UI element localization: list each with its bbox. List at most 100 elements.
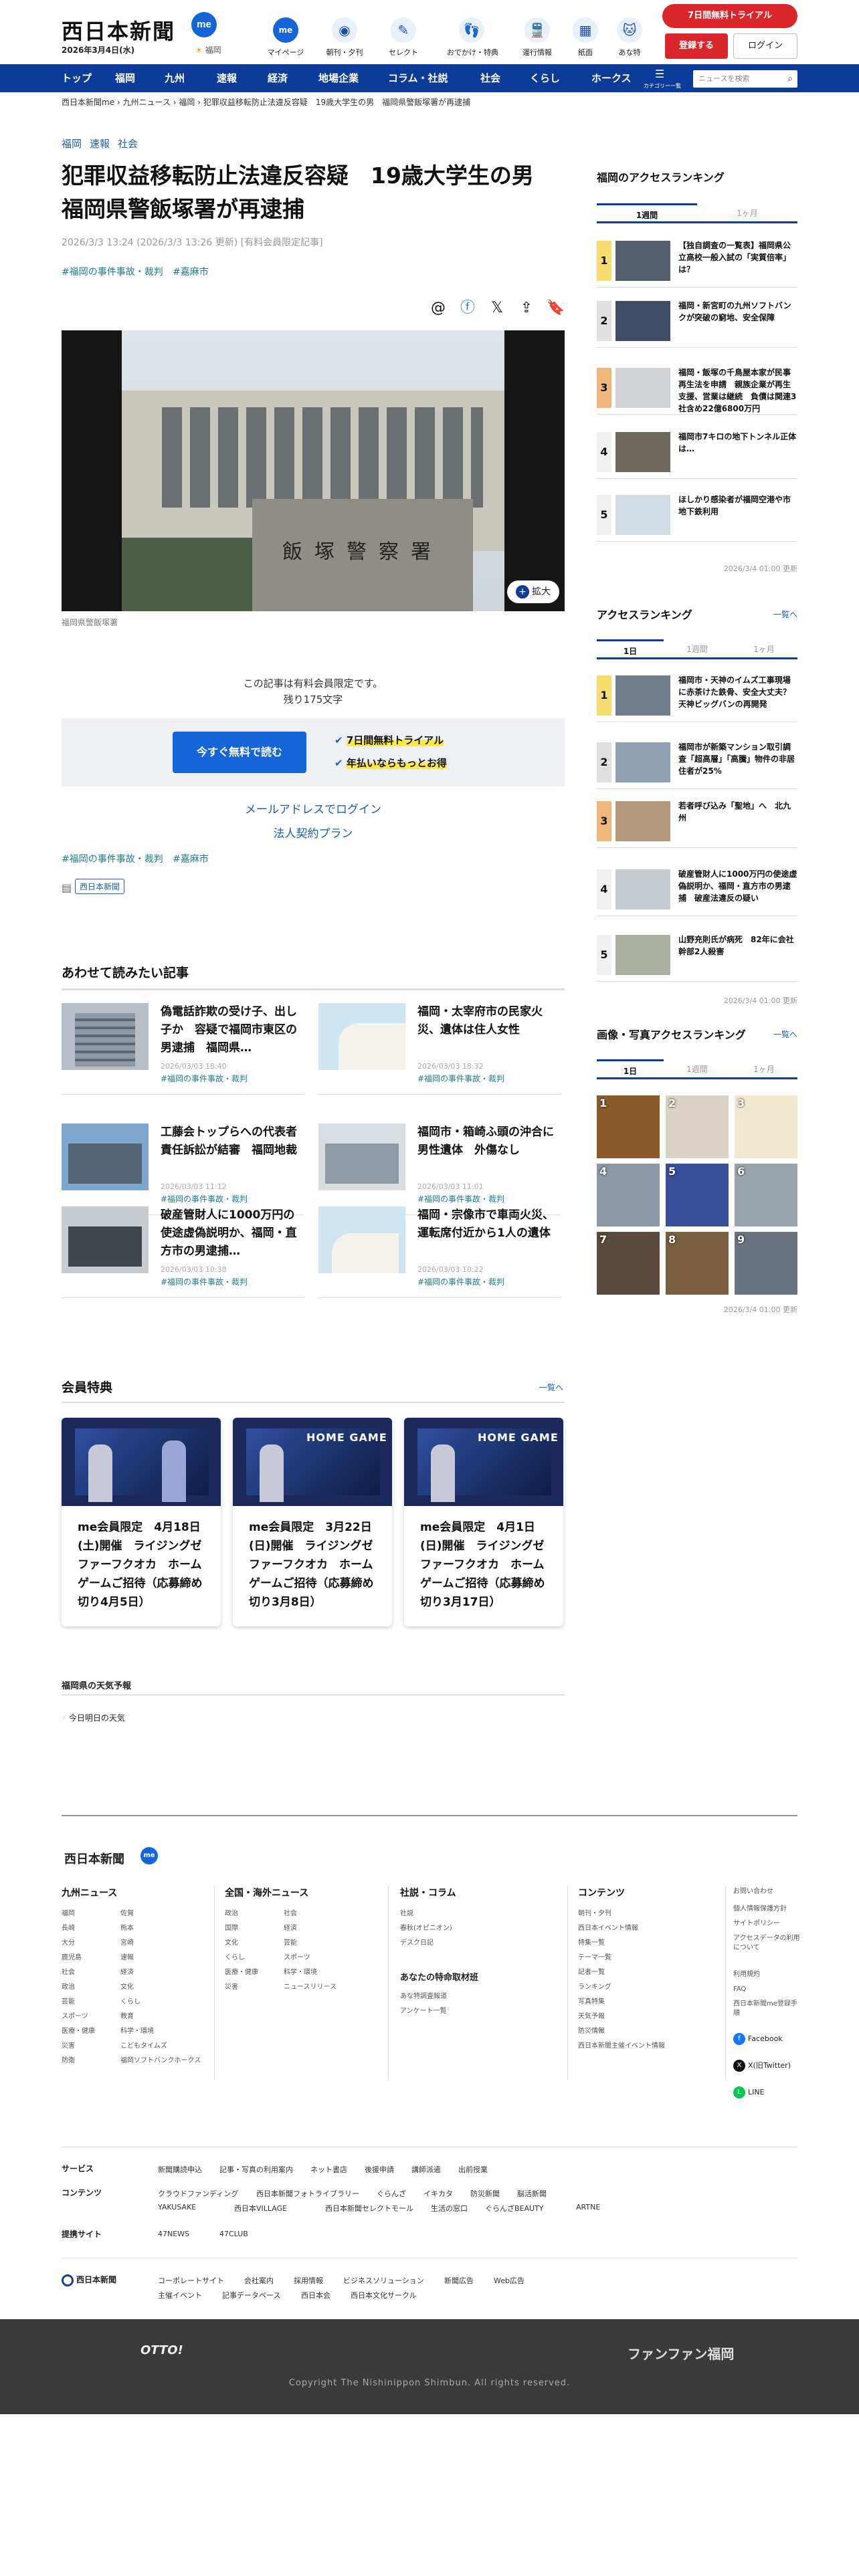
- footer-link[interactable]: 熊本: [120, 1922, 134, 1932]
- line-link[interactable]: L LINE: [733, 2086, 765, 2099]
- footer-link[interactable]: 福岡: [62, 1907, 75, 1917]
- breadcrumb-home[interactable]: 西日本新聞me: [62, 98, 114, 107]
- footer-row-link[interactable]: 後援申請: [365, 2164, 394, 2175]
- footer-link[interactable]: 災害: [225, 1981, 238, 1991]
- footer-link[interactable]: 速報: [120, 1951, 134, 1961]
- footer-row-link[interactable]: 新聞購読申込: [158, 2164, 202, 2175]
- related-item[interactable]: 破産管財人に1000万円の使途虚偽説明か、福岡・直方市の男逮捕… 2026/03…: [62, 1206, 304, 1300]
- footer-policy-link[interactable]: 西日本新聞me登録手順: [733, 2000, 800, 2018]
- footer-link[interactable]: 長崎: [62, 1922, 75, 1932]
- search-input[interactable]: ニュースを検索 ⌕: [693, 70, 797, 88]
- footer-policy-link[interactable]: お問い合わせ: [733, 1887, 800, 1897]
- email-login-link[interactable]: メールアドレスでログイン: [62, 800, 565, 817]
- member-card[interactable]: HOME GAME me会員限定 4月1日(日)開催 ライジングゼファーフクオカ…: [404, 1418, 563, 1626]
- footer-link[interactable]: デスク日記: [400, 1937, 434, 1947]
- footer-link[interactable]: 防衛: [62, 2054, 75, 2064]
- footer-row-link[interactable]: 47CLUB: [219, 2230, 248, 2238]
- footer-link[interactable]: 社説: [400, 1907, 413, 1917]
- ranking-item[interactable]: 1 福岡市・天神のイムズ工事現場に赤茶けた鉄骨、安全大丈夫？天神ビッグバンの再開発: [597, 669, 797, 722]
- weather-today-link[interactable]: ◦ 今日明日の天気: [62, 1712, 125, 1723]
- category-fukuoka[interactable]: 福岡: [62, 136, 82, 150]
- breadcrumb-kyushu[interactable]: 九州ニュース: [123, 98, 171, 107]
- tab-1month[interactable]: 1ヶ月: [697, 203, 797, 223]
- register-button[interactable]: 登録する: [665, 33, 728, 59]
- footer-link[interactable]: テーマ一覧: [578, 1951, 611, 1961]
- bookmark-icon[interactable]: 🔖: [546, 298, 566, 318]
- footer-link[interactable]: 文化: [120, 1981, 134, 1991]
- related-item[interactable]: 福岡市・箱崎ふ頭の沖合に男性遺体 外傷なし 2026/03/03 11:01 #…: [318, 1123, 561, 1217]
- footer-link[interactable]: 教育: [120, 2010, 134, 2020]
- related-item[interactable]: 工藤会トップらへの代表者責任訴訟が結審 福岡地裁 2026/03/03 11:1…: [62, 1123, 304, 1217]
- publisher-badge[interactable]: 西日本新聞: [75, 879, 125, 894]
- photo-rank-tile[interactable]: 7: [597, 1232, 660, 1295]
- footer-link[interactable]: 西日本新聞主催イベント情報: [578, 2040, 665, 2050]
- search-icon[interactable]: ⌕: [787, 70, 793, 88]
- nav-select[interactable]: ✎ セレクト: [379, 17, 428, 58]
- tag-kama-bottom[interactable]: #嘉麻市: [173, 852, 209, 865]
- photo-rank-tile[interactable]: 8: [666, 1232, 729, 1295]
- footer-link[interactable]: 災害: [62, 2040, 75, 2050]
- footer-row-link[interactable]: 脳活新聞: [517, 2188, 547, 2199]
- footer-link[interactable]: 特集一覧: [578, 1937, 605, 1947]
- footer-row-link[interactable]: 西日本VILLAGE: [234, 2203, 287, 2214]
- tab-1month[interactable]: 1ヶ月: [731, 639, 797, 659]
- footer-link[interactable]: 大分: [62, 1937, 75, 1947]
- footer-link[interactable]: 経済: [120, 1966, 134, 1976]
- tab-1day[interactable]: 1日: [597, 1059, 664, 1079]
- gnav-column[interactable]: コラム・社説: [388, 64, 448, 92]
- footer-link[interactable]: アンケート一覧: [400, 2005, 447, 2015]
- footer-link[interactable]: 春秋(オピニオン): [400, 1922, 452, 1932]
- nav-mypage[interactable]: me マイページ: [261, 17, 310, 58]
- member-more-link[interactable]: 一覧へ: [539, 1382, 563, 1393]
- gnav-life[interactable]: くらし: [530, 64, 560, 92]
- photo-rank-tile[interactable]: 1: [597, 1095, 660, 1158]
- footer-row-link[interactable]: 講師派遣: [411, 2164, 441, 2175]
- footer-row-link[interactable]: ネット書店: [310, 2164, 347, 2175]
- site-logo[interactable]: 西日本新聞: [62, 15, 175, 45]
- photo-rank-tile[interactable]: 6: [735, 1164, 797, 1226]
- footer-row-link[interactable]: YAKUSAKE: [158, 2203, 196, 2212]
- footer-row-link[interactable]: 出前授業: [458, 2164, 488, 2175]
- share-icon[interactable]: ⇪: [516, 298, 537, 318]
- footer-row-link[interactable]: 生活の窓口: [431, 2203, 468, 2214]
- footer-link[interactable]: ランキング: [578, 1981, 611, 1991]
- trial-button[interactable]: 7日間無料トライアル: [662, 4, 797, 28]
- footer-link[interactable]: 社会: [284, 1907, 297, 1917]
- footer-link[interactable]: 経済: [284, 1922, 297, 1932]
- footer-link[interactable]: 医療・健康: [62, 2025, 95, 2035]
- footer-link[interactable]: 政治: [62, 1981, 75, 1991]
- fanfan-logo[interactable]: ファンファン福岡: [628, 2343, 734, 2363]
- breadcrumb-fukuoka[interactable]: 福岡: [179, 98, 195, 107]
- corporate-link[interactable]: 新聞広告: [444, 2275, 474, 2286]
- corporate-link[interactable]: 西日本会: [301, 2290, 330, 2300]
- photo-rank-tile[interactable]: 5: [666, 1164, 729, 1226]
- footer-link[interactable]: ニュースリリース: [284, 1981, 337, 1991]
- corporate-logo[interactable]: 西日本新聞: [62, 2274, 116, 2286]
- footer-link[interactable]: あな特調査報道: [400, 1990, 447, 2000]
- category-society[interactable]: 社会: [118, 136, 138, 150]
- photo-rank-tile[interactable]: 2: [666, 1095, 729, 1158]
- related-item[interactable]: 偽電話詐欺の受け子、出し子か 容疑で福岡市東区の男逮捕 福岡県… 2026/03…: [62, 1003, 304, 1097]
- category-breaking[interactable]: 速報: [90, 136, 110, 150]
- footer-link[interactable]: こどもタイムズ: [120, 2040, 167, 2050]
- ranking-item[interactable]: 2 福岡市が新築マンション取引調査「超高層」「高騰」物件の非居住者が25%: [597, 736, 797, 789]
- corporate-plan-link[interactable]: 法人契約プラン: [62, 824, 565, 841]
- footer-link[interactable]: くらし: [225, 1951, 245, 1961]
- ranking-item[interactable]: 3 若者呼び込み「聖地」へ 北九州: [597, 794, 797, 848]
- corporate-link[interactable]: コーポレートサイト: [158, 2275, 224, 2286]
- footer-row-link[interactable]: 記事・写真の利用案内: [219, 2164, 293, 2175]
- footer-link[interactable]: くらし: [120, 1996, 140, 2006]
- footer-row-link[interactable]: クラウドファンディング: [158, 2188, 238, 2199]
- footer-row-link[interactable]: イキカタ: [423, 2188, 453, 2199]
- footer-policy-link[interactable]: 個人情報保護方針: [733, 1905, 800, 1914]
- footer-link[interactable]: 防災情報: [578, 2025, 605, 2035]
- nav-paper[interactable]: ▦ 紙面: [561, 17, 610, 58]
- footer-row-link[interactable]: 防災新聞: [470, 2188, 500, 2199]
- threads-icon[interactable]: @: [428, 298, 448, 318]
- tab-1week[interactable]: 1週間: [597, 203, 697, 223]
- tag-incident[interactable]: #福岡の事件事故・裁判: [62, 265, 163, 278]
- related-item[interactable]: 福岡・太宰府市の民家火災、遺体は住人女性 2026/03/03 18:32 #福…: [318, 1003, 561, 1097]
- corporate-link[interactable]: 記事データベース: [222, 2290, 280, 2300]
- tab-1week[interactable]: 1週間: [664, 1059, 731, 1079]
- footer-link[interactable]: 社会: [62, 1966, 75, 1976]
